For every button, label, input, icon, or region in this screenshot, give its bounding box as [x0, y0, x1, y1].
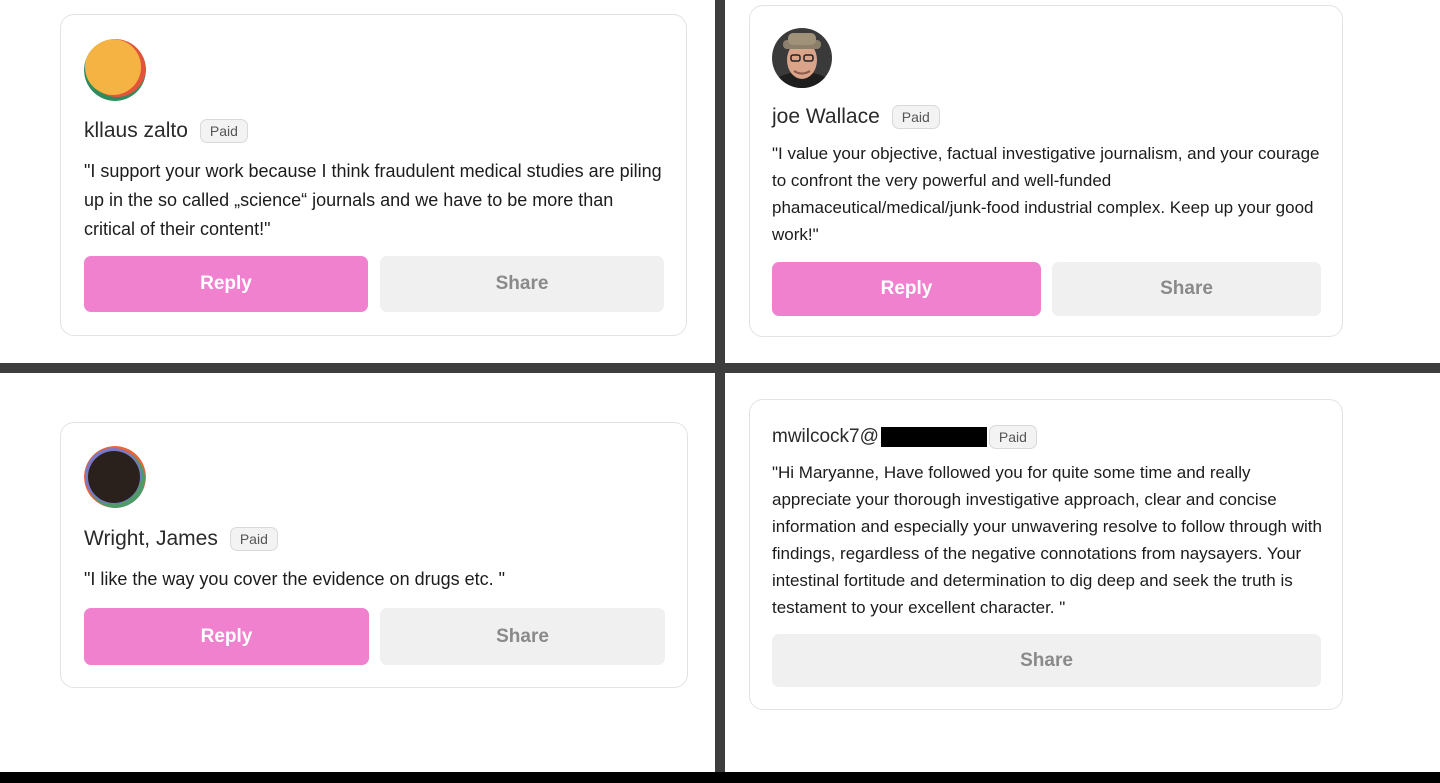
reply-button[interactable]: Reply [772, 262, 1041, 316]
comment-text: "I value your objective, factual investi… [772, 144, 1320, 244]
avatar [772, 28, 832, 88]
commenter-name[interactable]: joe Wallace [772, 105, 880, 129]
commenter-name[interactable]: mwilcock7@ [772, 426, 987, 448]
avatar [84, 446, 146, 508]
comment-text: "Hi Maryanne, Have followed you for quit… [772, 463, 1322, 617]
horizontal-divider [0, 363, 1440, 373]
avatar [84, 39, 146, 101]
share-button[interactable]: Share [380, 608, 665, 665]
redacted-block [880, 426, 987, 447]
vertical-divider [715, 0, 725, 783]
paid-badge: Paid [988, 425, 1037, 449]
comment-card: Wright, James Paid "I like the way you c… [60, 422, 688, 688]
commenter-name[interactable]: kllaus zalto [84, 119, 188, 143]
comment-text: "I support your work because I think fra… [84, 161, 662, 239]
paid-badge: Paid [199, 119, 248, 143]
share-button[interactable]: Share [1052, 262, 1321, 316]
paid-badge: Paid [891, 105, 940, 129]
paid-badge: Paid [229, 527, 278, 551]
comment-card: kllaus zalto Paid "I support your work b… [60, 14, 687, 336]
share-button[interactable]: Share [772, 634, 1321, 687]
comment-card: mwilcock7@ Paid "Hi Maryanne, Have follo… [749, 399, 1343, 710]
commenter-name[interactable]: Wright, James [84, 527, 218, 551]
reply-button[interactable]: Reply [84, 256, 368, 312]
bottom-bar [0, 772, 1440, 783]
comment-text: "I like the way you cover the evidence o… [84, 569, 506, 589]
comment-card: joe Wallace Paid "I value your objective… [749, 5, 1343, 337]
reply-button[interactable]: Reply [84, 608, 369, 665]
share-button[interactable]: Share [380, 256, 664, 312]
